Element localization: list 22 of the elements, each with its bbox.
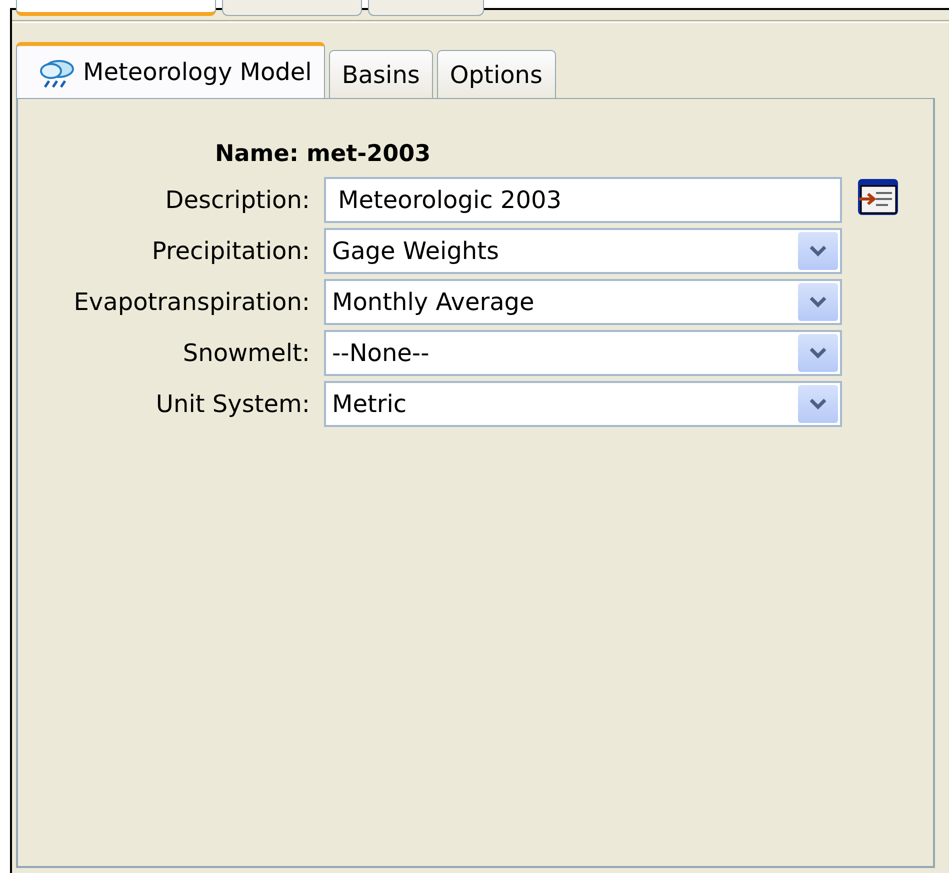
field-label: Unit System: bbox=[154, 388, 310, 420]
field-label: Description: bbox=[164, 184, 310, 216]
field-label: Precipitation: bbox=[150, 236, 310, 266]
dropdown[interactable]: --None-- bbox=[324, 330, 842, 376]
chevron-down-icon bbox=[809, 398, 827, 410]
tab[interactable]: Basins bbox=[328, 50, 433, 98]
name-label: Name: met-2003 bbox=[215, 140, 432, 169]
tab[interactable] bbox=[222, 0, 362, 16]
chevron-down-icon bbox=[809, 244, 827, 256]
tab[interactable]: Options bbox=[436, 50, 556, 98]
tab[interactable] bbox=[16, 0, 216, 16]
dropdown[interactable]: Metric bbox=[324, 380, 842, 426]
field-label: Snowmelt: bbox=[182, 338, 310, 368]
dropdown[interactable]: Gage Weights bbox=[324, 228, 842, 274]
field-label: Evapotranspiration: bbox=[72, 286, 310, 318]
chevron-down-icon bbox=[809, 296, 827, 308]
input-field[interactable]: Meteorologic 2003 bbox=[324, 176, 842, 222]
dropdown[interactable]: Monthly Average bbox=[324, 278, 842, 324]
tab[interactable]: Meteorology Model bbox=[16, 42, 325, 98]
chevron-down-icon bbox=[809, 346, 827, 358]
edit-button[interactable] bbox=[856, 176, 900, 216]
tab[interactable] bbox=[368, 0, 484, 16]
